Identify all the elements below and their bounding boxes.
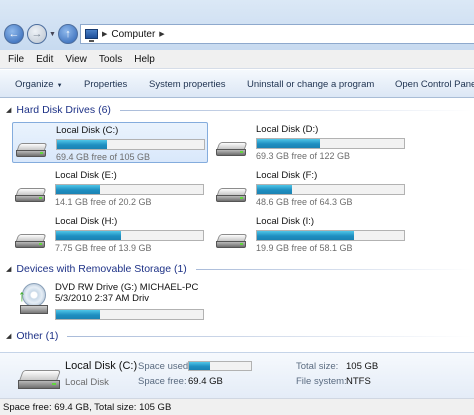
capacity-bar-fill bbox=[257, 231, 355, 240]
group-other[interactable]: ◢ Other (1) bbox=[6, 330, 472, 342]
address-bar[interactable]: ▶ Computer ▶ bbox=[80, 24, 474, 44]
breadcrumb-computer[interactable]: Computer bbox=[111, 29, 155, 40]
computer-icon bbox=[85, 29, 98, 42]
drive-free-space: 69.3 GB free of 122 GB bbox=[256, 151, 351, 161]
drive-free-space: 7.75 GB free of 13.9 GB bbox=[55, 243, 152, 253]
space-free-value: 69.4 GB bbox=[188, 376, 223, 387]
menu-tools[interactable]: Tools bbox=[93, 54, 128, 65]
organize-label: Organize bbox=[15, 79, 54, 90]
breadcrumb-separator-icon[interactable]: ▶ bbox=[102, 30, 107, 38]
drive-tile-h[interactable]: Local Disk (H:) 7.75 GB free of 13.9 GB bbox=[12, 214, 208, 254]
group-title: Hard Disk Drives (6) bbox=[16, 104, 111, 116]
capacity-bar-fill bbox=[257, 185, 293, 194]
capacity-bar bbox=[56, 139, 205, 150]
group-title: Devices with Removable Storage (1) bbox=[16, 263, 187, 275]
capacity-bar bbox=[55, 230, 204, 241]
navigation-bar: ← → ▼ ↑ ▶ Computer ▶ bbox=[0, 0, 474, 50]
hard-drive-icon bbox=[216, 142, 248, 156]
capacity-bar-fill bbox=[56, 231, 121, 240]
space-used-label: Space used: bbox=[138, 361, 191, 372]
details-drive-name: Local Disk (C:) bbox=[65, 360, 138, 372]
group-hard-disk-drives[interactable]: ◢ Hard Disk Drives (6) bbox=[6, 104, 472, 116]
drive-tile-g-dvd[interactable]: ↑ DVD RW Drive (G:) MICHAEL-PC 5/3/2010 … bbox=[12, 280, 208, 324]
forward-arrow-icon: → bbox=[31, 28, 43, 40]
status-bar: Space free: 69.4 GB, Total size: 105 GB bbox=[0, 398, 474, 415]
capacity-bar-fill bbox=[189, 362, 211, 370]
drive-tile-e[interactable]: Local Disk (E:) 14.1 GB free of 20.2 GB bbox=[12, 168, 208, 208]
drive-tile-i[interactable]: Local Disk (I:) 19.9 GB free of 58.1 GB bbox=[213, 214, 409, 254]
hard-drive-icon bbox=[216, 188, 248, 202]
recent-pages-dropdown[interactable]: ▼ bbox=[49, 31, 56, 38]
system-properties-button[interactable]: System properties bbox=[149, 79, 226, 90]
chevron-down-icon: ▼ bbox=[49, 31, 56, 38]
properties-button[interactable]: Properties bbox=[84, 79, 127, 90]
open-control-panel-button[interactable]: Open Control Pane bbox=[395, 79, 474, 90]
drive-name: Local Disk (D:) bbox=[256, 124, 319, 135]
hard-drive-icon bbox=[18, 370, 62, 390]
collapse-triangle-icon: ◢ bbox=[6, 107, 12, 114]
collapse-triangle-icon: ◢ bbox=[6, 333, 12, 340]
drive-tile-d[interactable]: Local Disk (D:) 69.3 GB free of 122 GB bbox=[213, 122, 409, 162]
drive-tile-f[interactable]: Local Disk (F:) 48.6 GB free of 64.3 GB bbox=[213, 168, 409, 208]
group-divider bbox=[119, 109, 472, 111]
capacity-bar-fill bbox=[56, 185, 101, 194]
group-title: Other (1) bbox=[16, 330, 59, 342]
capacity-bar bbox=[256, 138, 405, 149]
drive-name: Local Disk (E:) bbox=[55, 170, 117, 181]
details-capacity-bar bbox=[188, 361, 252, 371]
chevron-down-icon: ▼ bbox=[56, 83, 63, 89]
capacity-bar bbox=[256, 184, 405, 195]
dvd-drive-date: 5/3/2010 2:37 AM Driv bbox=[55, 293, 149, 304]
drive-free-space: 19.9 GB free of 58.1 GB bbox=[256, 243, 353, 253]
file-system-label: File system: bbox=[296, 376, 347, 387]
forward-button[interactable]: → bbox=[27, 24, 47, 44]
drive-free-space: 14.1 GB free of 20.2 GB bbox=[55, 197, 152, 207]
drive-name: Local Disk (F:) bbox=[256, 170, 318, 181]
total-size-label: Total size: bbox=[296, 361, 339, 372]
command-bar: Organize ▼ Properties System properties U… bbox=[0, 70, 474, 98]
capacity-bar bbox=[55, 309, 204, 320]
total-size-value: 105 GB bbox=[346, 361, 379, 372]
back-button[interactable]: ← bbox=[4, 24, 24, 44]
menu-edit[interactable]: Edit bbox=[30, 54, 59, 65]
drive-tile-c[interactable]: Local Disk (C:) 69.4 GB free of 105 GB bbox=[12, 122, 208, 163]
capacity-bar-fill bbox=[56, 310, 101, 319]
collapse-triangle-icon: ◢ bbox=[6, 266, 12, 273]
hard-drive-icon bbox=[15, 188, 47, 202]
menu-help[interactable]: Help bbox=[128, 54, 161, 65]
file-view: ◢ Hard Disk Drives (6) Local Disk (C:) 6… bbox=[0, 99, 474, 351]
organize-button[interactable]: Organize ▼ bbox=[15, 79, 63, 90]
capacity-bar-fill bbox=[257, 139, 321, 148]
menu-file[interactable]: File bbox=[2, 54, 30, 65]
dvd-drive-icon: ↑ bbox=[18, 283, 48, 319]
menu-view[interactable]: View bbox=[59, 54, 93, 65]
breadcrumb-separator-icon[interactable]: ▶ bbox=[159, 30, 164, 38]
back-arrow-icon: ← bbox=[8, 28, 20, 40]
up-arrow-icon: ↑ bbox=[65, 28, 71, 40]
hard-drive-icon bbox=[15, 234, 47, 248]
drive-free-space: 69.4 GB free of 105 GB bbox=[56, 152, 151, 162]
hard-drive-icon bbox=[216, 234, 248, 248]
uninstall-program-button[interactable]: Uninstall or change a program bbox=[247, 79, 374, 90]
drive-name: Local Disk (H:) bbox=[55, 216, 118, 227]
details-pane: Local Disk (C:) Local Disk Space used: S… bbox=[0, 352, 474, 398]
file-system-value: NTFS bbox=[346, 376, 371, 387]
drive-name: Local Disk (I:) bbox=[256, 216, 315, 227]
capacity-bar bbox=[55, 184, 204, 195]
group-divider bbox=[195, 268, 472, 270]
group-divider bbox=[67, 335, 472, 337]
drive-free-space: 48.6 GB free of 64.3 GB bbox=[256, 197, 353, 207]
details-drive-type: Local Disk bbox=[65, 377, 109, 388]
dvd-drive-name: DVD RW Drive (G:) MICHAEL-PC bbox=[55, 282, 199, 293]
group-removable-storage[interactable]: ◢ Devices with Removable Storage (1) bbox=[6, 263, 472, 275]
capacity-bar bbox=[256, 230, 405, 241]
up-button[interactable]: ↑ bbox=[58, 24, 78, 44]
status-text: Space free: 69.4 GB, Total size: 105 GB bbox=[3, 401, 172, 413]
capacity-bar-fill bbox=[57, 140, 107, 149]
drive-name: Local Disk (C:) bbox=[56, 125, 119, 136]
hard-drive-icon bbox=[16, 143, 48, 157]
space-free-label: Space free: bbox=[138, 376, 187, 387]
menu-bar: File Edit View Tools Help bbox=[0, 50, 474, 69]
